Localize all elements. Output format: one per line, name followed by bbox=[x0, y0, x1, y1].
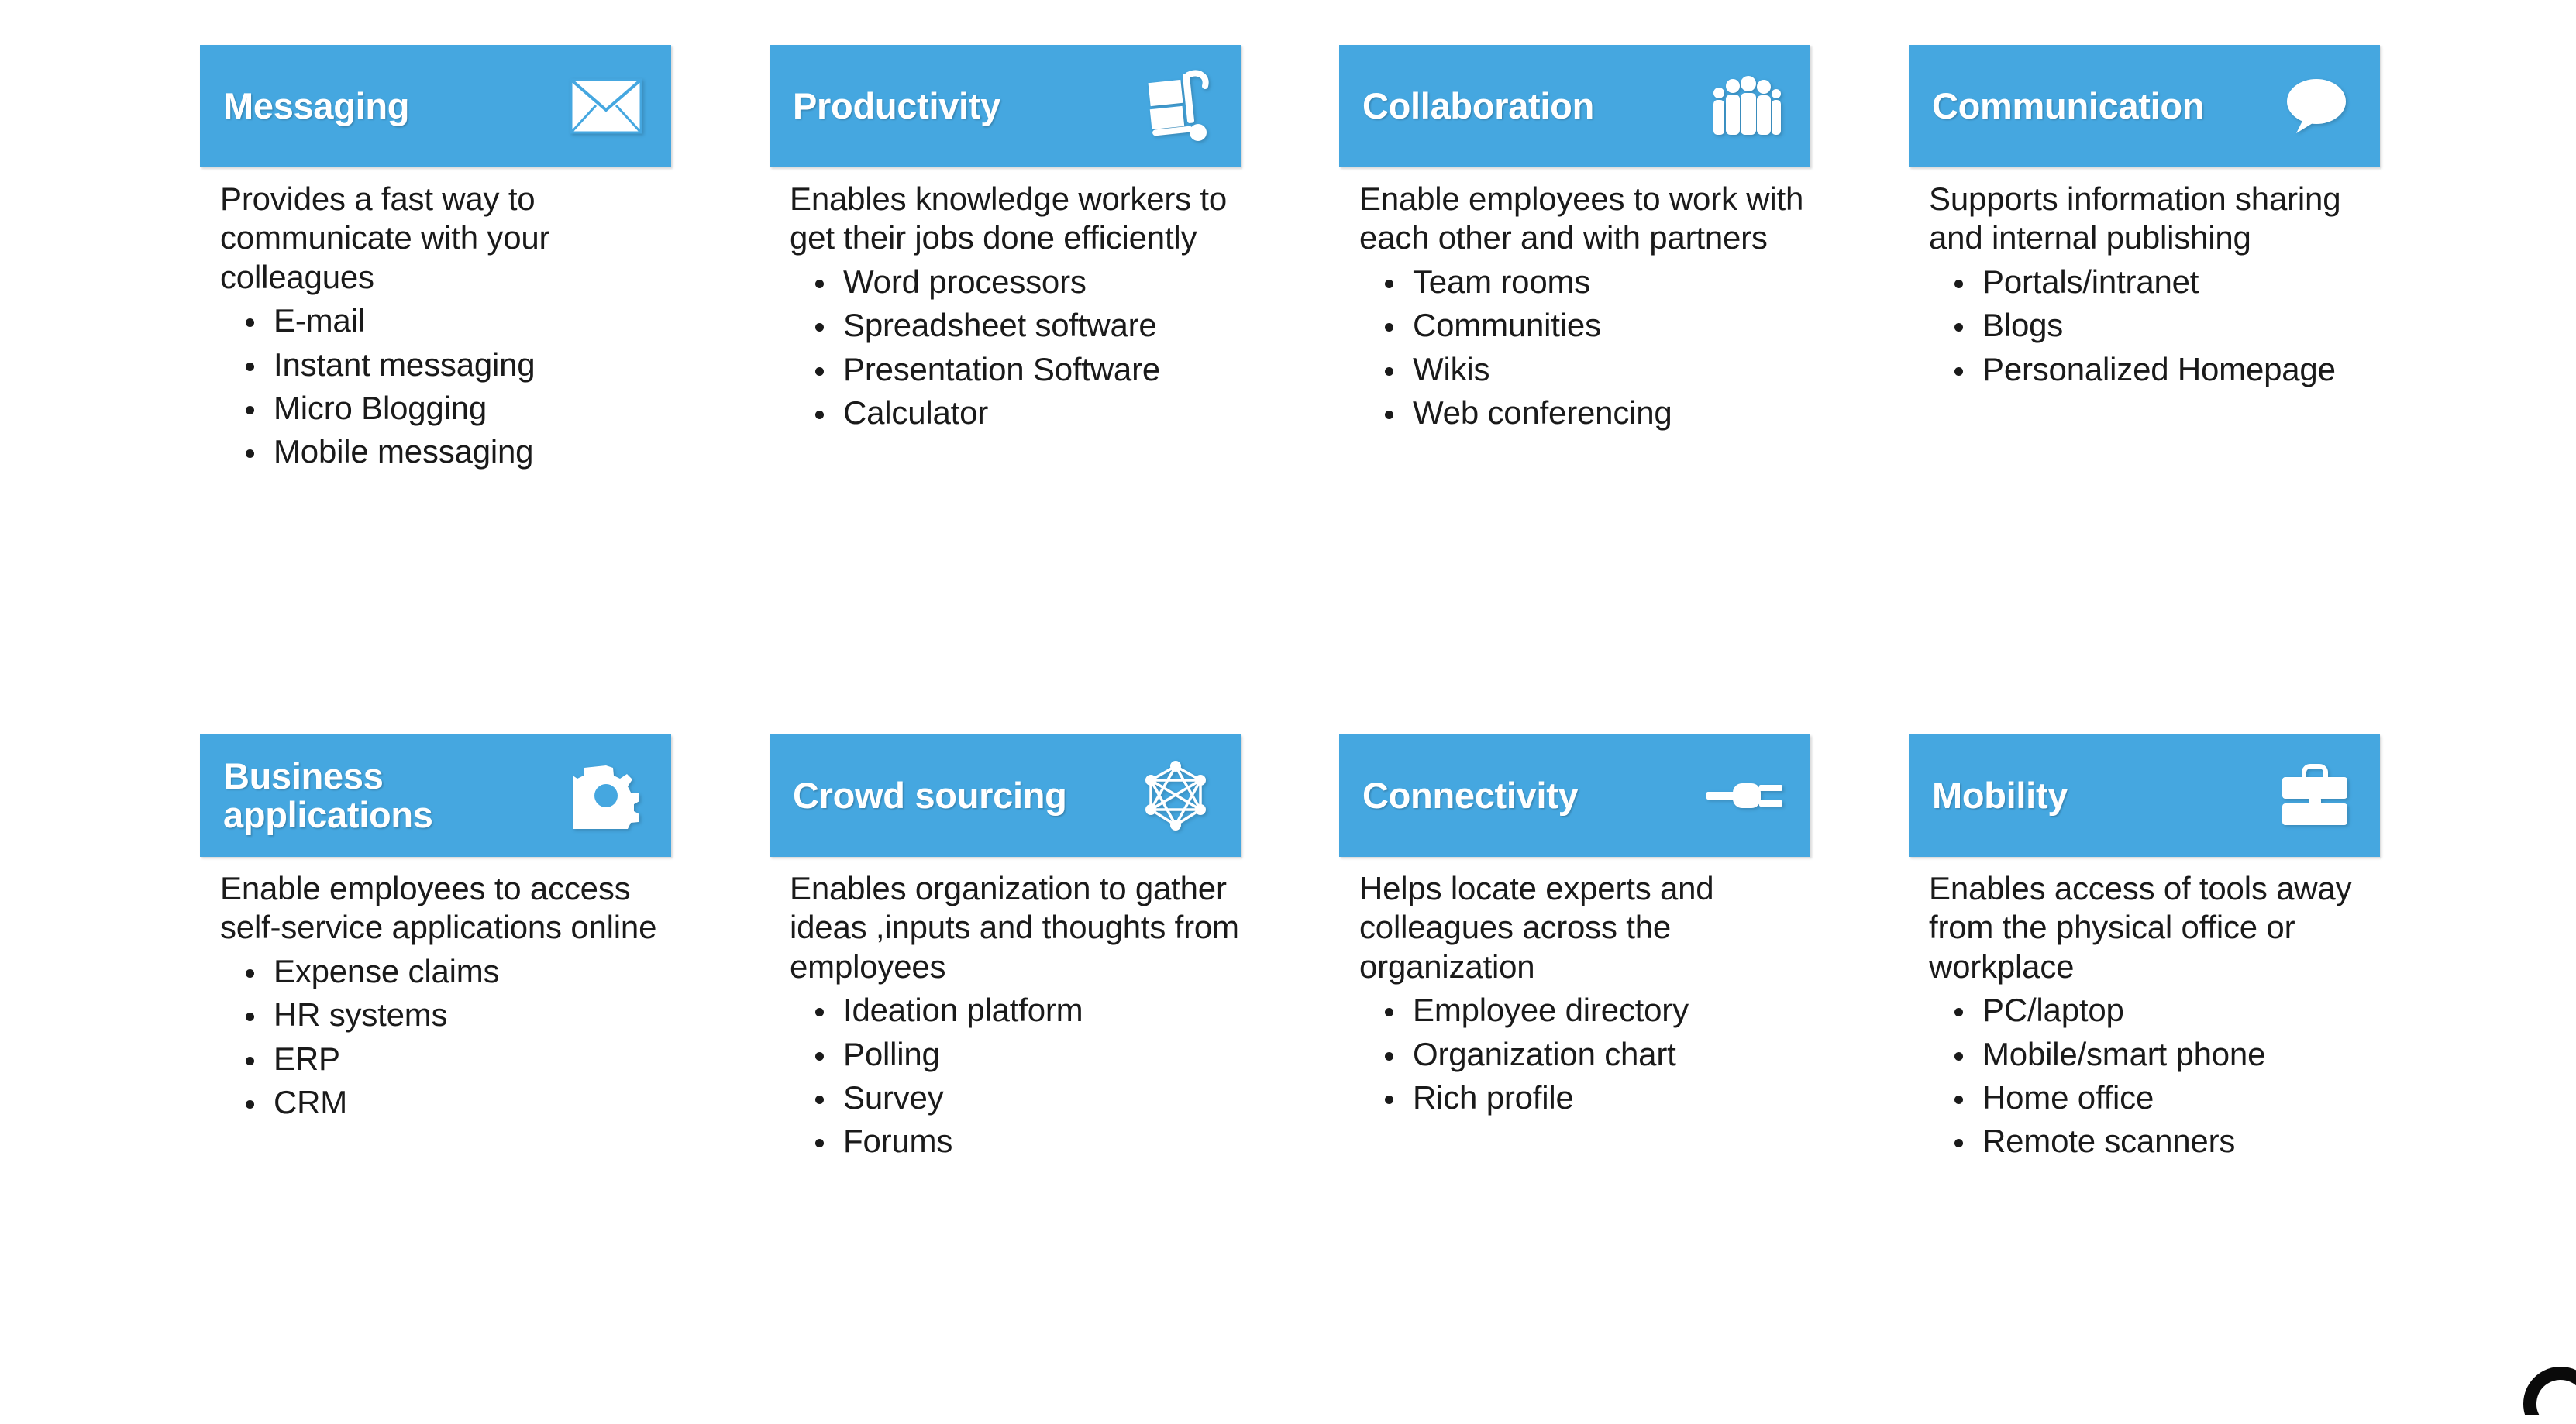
card-bullet-list: Team rooms Communities Wikis Web confere… bbox=[1359, 263, 1810, 433]
list-item: Presentation Software bbox=[808, 350, 1241, 389]
card-bullet-list: Portals/intranet Blogs Personalized Home… bbox=[1929, 263, 2380, 389]
list-item: Polling bbox=[808, 1035, 1241, 1074]
list-item: Employee directory bbox=[1378, 991, 1810, 1030]
card-header-business-applications[interactable]: Business applications bbox=[200, 734, 671, 857]
card-description: Helps locate experts and colleagues acro… bbox=[1359, 870, 1714, 985]
power-plug-icon bbox=[1705, 755, 1786, 836]
speech-bubble-icon bbox=[2275, 66, 2355, 146]
list-item: Forums bbox=[808, 1122, 1241, 1161]
card-body: Enables access of tools away from the ph… bbox=[1909, 857, 2380, 1161]
card-description: Enables organization to gather ideas ,in… bbox=[790, 870, 1239, 985]
capability-card: Communication Supports information shari… bbox=[1909, 45, 2380, 734]
list-item: Web conferencing bbox=[1378, 394, 1810, 432]
capability-card-grid: Messaging Provides a fast way to communi… bbox=[200, 45, 2478, 1424]
card-title: Productivity bbox=[793, 85, 1001, 127]
list-item: Spreadsheet software bbox=[808, 306, 1241, 345]
card-bullet-list: Employee directory Organization chart Ri… bbox=[1359, 991, 1810, 1117]
card-title: Collaboration bbox=[1362, 85, 1594, 127]
card-header-crowd-sourcing[interactable]: Crowd sourcing bbox=[770, 734, 1241, 857]
list-item: Home office bbox=[1947, 1078, 2380, 1117]
list-item: CRM bbox=[239, 1083, 671, 1122]
envelope-icon bbox=[566, 66, 646, 146]
list-item: Remote scanners bbox=[1947, 1122, 2380, 1161]
card-title: Messaging bbox=[223, 85, 410, 127]
capability-card: Mobility Enables access of tools away fr… bbox=[1909, 734, 2380, 1424]
people-group-icon bbox=[1705, 66, 1786, 146]
briefcase-icon bbox=[2275, 755, 2355, 836]
list-item: Expense claims bbox=[239, 952, 671, 991]
card-body: Supports information sharing and interna… bbox=[1909, 167, 2380, 389]
list-item: Survey bbox=[808, 1078, 1241, 1117]
card-title: Connectivity bbox=[1362, 775, 1579, 817]
list-item: Blogs bbox=[1947, 306, 2380, 345]
card-description: Provides a fast way to communicate with … bbox=[220, 181, 550, 295]
card-bullet-list: Ideation platform Polling Survey Forums bbox=[790, 991, 1241, 1161]
card-bullet-list: Expense claims HR systems ERP CRM bbox=[220, 952, 671, 1123]
list-item: Instant messaging bbox=[239, 346, 671, 384]
corner-artifact bbox=[2460, 1322, 2576, 1415]
card-bullet-list: PC/laptop Mobile/smart phone Home office… bbox=[1929, 991, 2380, 1161]
list-item: Word processors bbox=[808, 263, 1241, 301]
list-item: Mobile messaging bbox=[239, 432, 671, 471]
list-item: HR systems bbox=[239, 996, 671, 1034]
list-item: Portals/intranet bbox=[1947, 263, 2380, 301]
list-item: Micro Blogging bbox=[239, 389, 671, 428]
card-description: Supports information sharing and interna… bbox=[1929, 181, 2341, 256]
card-description: Enable employees to access self-service … bbox=[220, 870, 657, 946]
list-item: Rich profile bbox=[1378, 1078, 1810, 1117]
capability-card: Collaboration Enable employees to work w… bbox=[1339, 45, 1810, 734]
card-body: Enables organization to gather ideas ,in… bbox=[770, 857, 1241, 1161]
list-item: PC/laptop bbox=[1947, 991, 2380, 1030]
card-title: Communication bbox=[1932, 85, 2205, 127]
network-nodes-icon bbox=[1135, 755, 1216, 836]
card-title: Crowd sourcing bbox=[793, 775, 1067, 817]
card-body: Helps locate experts and colleagues acro… bbox=[1339, 857, 1810, 1117]
capability-card: Messaging Provides a fast way to communi… bbox=[200, 45, 671, 734]
capability-card: Business applications Enable employees t… bbox=[200, 734, 671, 1424]
capability-card: Crowd sourcing Enables organization to g… bbox=[770, 734, 1241, 1424]
list-item: Wikis bbox=[1378, 350, 1810, 389]
card-header-productivity[interactable]: Productivity bbox=[770, 45, 1241, 167]
list-item: ERP bbox=[239, 1040, 671, 1078]
card-body: Enables knowledge workers to get their j… bbox=[770, 167, 1241, 432]
card-header-messaging[interactable]: Messaging bbox=[200, 45, 671, 167]
list-item: Organization chart bbox=[1378, 1035, 1810, 1074]
card-description: Enables knowledge workers to get their j… bbox=[790, 181, 1228, 256]
list-item: Communities bbox=[1378, 306, 1810, 345]
card-description: Enable employees to work with each other… bbox=[1359, 181, 1804, 256]
hand-truck-icon bbox=[1135, 66, 1216, 146]
capability-card: Connectivity Helps locate experts and co… bbox=[1339, 734, 1810, 1424]
card-bullet-list: E-mail Instant messaging Micro Blogging … bbox=[220, 301, 671, 472]
card-header-collaboration[interactable]: Collaboration bbox=[1339, 45, 1810, 167]
list-item: Team rooms bbox=[1378, 263, 1810, 301]
list-item: Mobile/smart phone bbox=[1947, 1035, 2380, 1074]
card-header-mobility[interactable]: Mobility bbox=[1909, 734, 2380, 857]
card-body: Enable employees to access self-service … bbox=[200, 857, 671, 1122]
list-item: Calculator bbox=[808, 394, 1241, 432]
list-item: E-mail bbox=[239, 301, 671, 340]
card-body: Provides a fast way to communicate with … bbox=[200, 167, 671, 472]
capability-card: Productivity Enables knowledge workers t… bbox=[770, 45, 1241, 734]
card-title: Mobility bbox=[1932, 775, 2068, 817]
card-description: Enables access of tools away from the ph… bbox=[1929, 870, 2352, 985]
slide-canvas: Messaging Provides a fast way to communi… bbox=[0, 0, 2576, 1415]
card-header-connectivity[interactable]: Connectivity bbox=[1339, 734, 1810, 857]
card-title: Business applications bbox=[223, 755, 433, 835]
card-bullet-list: Word processors Spreadsheet software Pre… bbox=[790, 263, 1241, 433]
card-body: Enable employees to work with each other… bbox=[1339, 167, 1810, 432]
list-item: Ideation platform bbox=[808, 991, 1241, 1030]
gear-icon bbox=[566, 755, 646, 836]
list-item: Personalized Homepage bbox=[1947, 350, 2380, 389]
card-header-communication[interactable]: Communication bbox=[1909, 45, 2380, 167]
